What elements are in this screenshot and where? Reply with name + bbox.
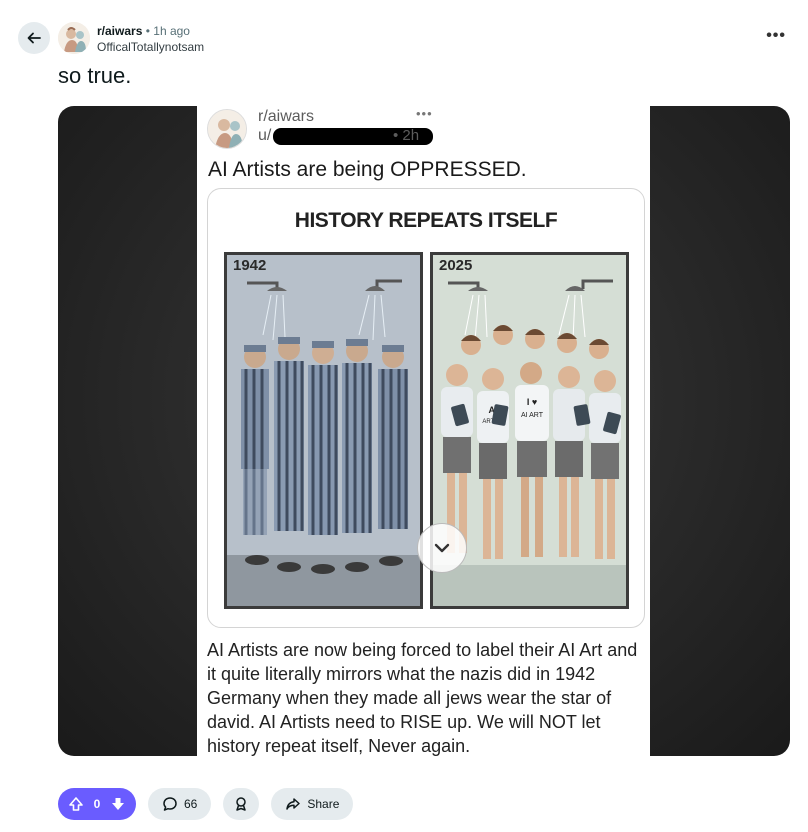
post-title: so true. <box>58 63 132 88</box>
embedded-avatar <box>207 109 247 149</box>
subreddit-link[interactable]: r/aiwars <box>97 24 142 38</box>
downvote-button[interactable] <box>106 792 130 816</box>
share-label: Share <box>307 797 340 811</box>
panel-label-2025: 2025 <box>439 257 473 274</box>
vote-score: 0 <box>93 797 101 811</box>
embedded-subreddit: r/aiwars <box>258 108 315 125</box>
arrow-left-icon <box>27 32 41 44</box>
embedded-user-prefix: u/ <box>258 127 272 144</box>
expand-button[interactable] <box>417 523 467 573</box>
meta-separator: • <box>145 24 150 38</box>
embedded-title: AI Artists are being OPPRESSED. <box>208 158 527 181</box>
comic-card: HISTORY REPEATS ITSELF 1942 AI I ♥ AI AR… <box>207 188 645 628</box>
post-media[interactable]: r/aiwars ••• u/ • 2h AI Artists are bein… <box>58 106 790 756</box>
post-meta: r/aiwars • 1h ago OfficalTotallynotsam <box>97 23 204 55</box>
shirt-text-i-love: I ♥ <box>527 397 537 407</box>
arrow-down-icon <box>112 798 124 810</box>
share-arrow-icon <box>286 798 301 810</box>
comment-count: 66 <box>184 797 198 811</box>
embedded-more-icon: ••• <box>416 106 433 121</box>
prisoners-illustration <box>227 255 420 606</box>
shirt-text-ai-art: AI ART <box>521 412 544 419</box>
overflow-menu-button[interactable]: ••• <box>766 28 786 44</box>
author-link[interactable]: OfficalTotallynotsam <box>97 39 204 55</box>
embedded-time: • 2h <box>393 127 420 144</box>
embedded-body-text: AI Artists are now being forced to label… <box>207 640 638 756</box>
post-time: 1h ago <box>153 24 190 38</box>
subreddit-avatar[interactable] <box>58 22 90 54</box>
back-button[interactable] <box>18 22 50 54</box>
subreddit-avatar-image <box>58 22 90 54</box>
comments-button[interactable]: 66 <box>148 788 212 820</box>
vote-control: 0 <box>58 788 136 820</box>
comic-heading: HISTORY REPEATS ITSELF <box>294 209 558 232</box>
comic-panel-1942: 1942 <box>224 252 423 609</box>
award-icon <box>236 797 247 811</box>
embedded-screenshot: r/aiwars ••• u/ • 2h AI Artists are bein… <box>197 106 650 756</box>
more-horizontal-icon: ••• <box>766 27 786 44</box>
panel-label-1942: 1942 <box>233 257 267 274</box>
arrow-up-icon <box>69 797 83 811</box>
award-button[interactable] <box>223 788 260 820</box>
post-action-bar: 0 66 Share <box>58 788 354 820</box>
upvote-button[interactable] <box>64 792 88 816</box>
share-button[interactable]: Share <box>271 788 354 820</box>
comment-bubble-icon <box>163 797 177 811</box>
chevron-down-icon <box>434 543 450 553</box>
